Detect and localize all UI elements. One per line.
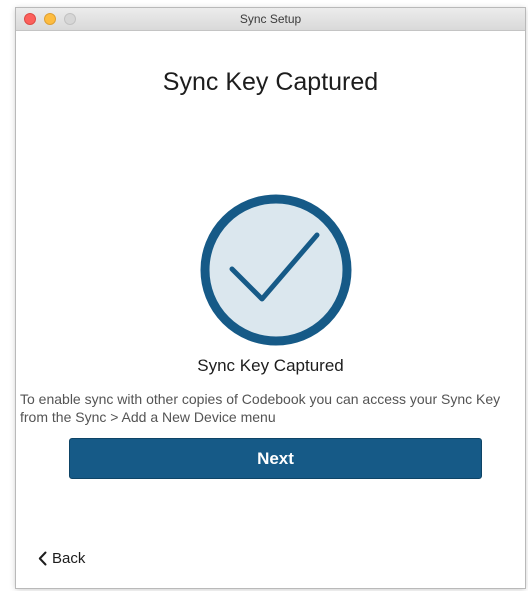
window-title: Sync Setup [239, 12, 302, 26]
setup-content: Sync Key Captured Sync Key Captured To e… [16, 30, 525, 588]
back-button-label: Back [52, 549, 86, 567]
chevron-left-icon [38, 551, 47, 565]
sync-instructions-text: To enable sync with other copies of Code… [20, 391, 501, 425]
sync-setup-window: Sync Setup Sync Key Captured Sync Key Ca… [16, 8, 525, 588]
checkmark-circle-graphic [200, 194, 352, 346]
page-title: Sync Key Captured [162, 68, 379, 96]
checkmark-circle-icon [199, 193, 353, 347]
back-button[interactable]: Back [38, 548, 85, 568]
checkmark-circle-ring [200, 194, 352, 346]
status-subtitle: Sync Key Captured [197, 356, 344, 375]
next-button[interactable]: Next [69, 438, 482, 479]
title-bar: Sync Setup [16, 8, 525, 31]
